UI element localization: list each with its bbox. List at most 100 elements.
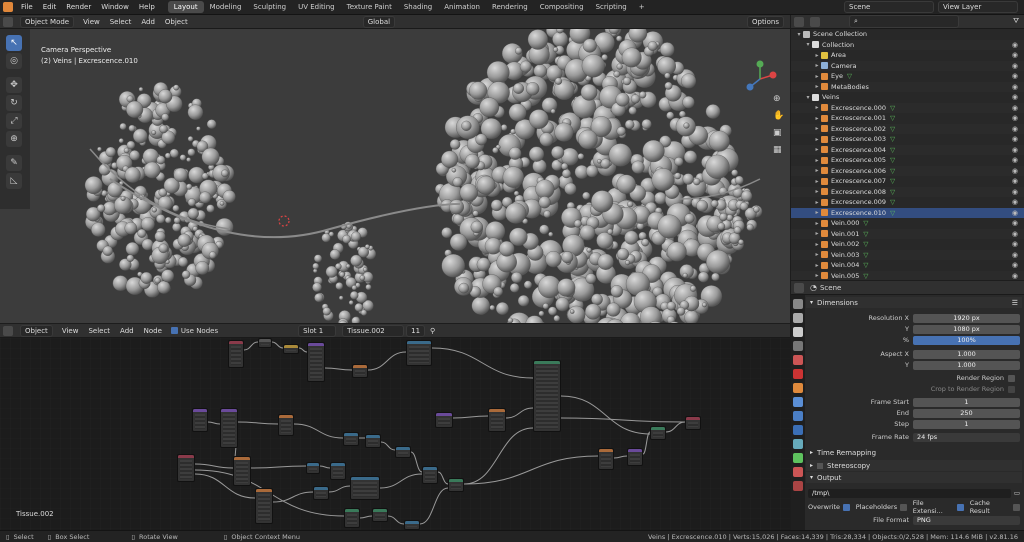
- use-nodes-checkbox[interactable]: [170, 327, 178, 334]
- visibility-eye-icon[interactable]: ◉: [1012, 219, 1018, 227]
- view-layer-tab-icon[interactable]: [793, 341, 803, 351]
- viewport-menu-view[interactable]: View: [78, 17, 105, 27]
- frame-start-field[interactable]: 1: [913, 397, 1020, 407]
- visibility-eye-icon[interactable]: ◉: [1012, 198, 1018, 206]
- expand-arrow-icon[interactable]: ▸: [813, 62, 821, 69]
- workspace-tab-shading[interactable]: Shading: [398, 1, 438, 13]
- file-ext-checkbox[interactable]: [956, 503, 964, 511]
- outliner-row[interactable]: ▸ Excrescence.004 ▽ ◉: [791, 144, 1024, 155]
- outliner-row[interactable]: ▸ Excrescence.009 ▽ ◉: [791, 197, 1024, 208]
- shader-node[interactable]: [255, 488, 273, 524]
- shader-node[interactable]: [533, 360, 561, 432]
- outliner-row[interactable]: ▸ Vein.004 ▽ ◉: [791, 260, 1024, 271]
- slot-selector[interactable]: Slot 1: [298, 324, 337, 337]
- overwrite-checkbox[interactable]: [843, 503, 850, 511]
- stereoscopy-header[interactable]: ▸ Stereoscopy: [806, 460, 1022, 471]
- material-users[interactable]: 11: [406, 324, 426, 337]
- shader-node[interactable]: [404, 520, 420, 530]
- filter-icon[interactable]: ⛛: [1008, 16, 1024, 27]
- shader-type-selector[interactable]: Object: [20, 324, 53, 337]
- outliner-row[interactable]: ▸ Excrescence.005 ▽ ◉: [791, 155, 1024, 166]
- texture-tab-icon[interactable]: [793, 481, 803, 491]
- shader-node[interactable]: [395, 446, 411, 458]
- camera-view-icon[interactable]: ▣: [773, 125, 784, 142]
- workspace-tab-modeling[interactable]: Modeling: [204, 1, 248, 13]
- folder-icon[interactable]: ▭: [1014, 489, 1020, 497]
- world-tab-icon[interactable]: [793, 369, 803, 379]
- pin-icon[interactable]: ⚲: [425, 326, 440, 336]
- scene-tab-icon[interactable]: [793, 355, 803, 365]
- workspace-tab-uv-editing[interactable]: UV Editing: [292, 1, 341, 13]
- expand-arrow-icon[interactable]: ▸: [813, 146, 821, 153]
- expand-arrow-icon[interactable]: ▸: [813, 157, 821, 164]
- material-selector[interactable]: Tissue.002: [342, 324, 405, 337]
- workspace-tab-scripting[interactable]: Scripting: [590, 1, 633, 13]
- menu-help[interactable]: Help: [134, 3, 160, 11]
- visibility-eye-icon[interactable]: ◉: [1012, 156, 1018, 164]
- shader-node[interactable]: [422, 466, 438, 484]
- placeholders-checkbox[interactable]: [900, 503, 907, 511]
- shader-node[interactable]: [650, 426, 666, 440]
- workspace-tab-texture-paint[interactable]: Texture Paint: [341, 1, 398, 13]
- aspect-x-field[interactable]: 1.000: [913, 349, 1020, 359]
- shader-node[interactable]: [344, 508, 360, 528]
- cache-result-checkbox[interactable]: [1013, 503, 1020, 511]
- node-menu-add[interactable]: Add: [115, 326, 139, 336]
- mode-selector[interactable]: Object Mode: [20, 15, 75, 28]
- visibility-eye-icon[interactable]: ◉: [1012, 251, 1018, 259]
- 3d-viewport[interactable]: ↖ ◎ ✥ ↻ ⤢ ⊕ ✎ ◺ Camera Perspective (2) V…: [0, 29, 790, 323]
- outliner-row[interactable]: ▸ Vein.003 ▽ ◉: [791, 249, 1024, 260]
- expand-arrow-icon[interactable]: ▸: [813, 251, 821, 258]
- shader-node[interactable]: [278, 414, 294, 436]
- file-format-select[interactable]: PNG: [913, 515, 1020, 525]
- render-tab-icon[interactable]: [793, 313, 803, 323]
- res-x-field[interactable]: 1920 px: [913, 313, 1020, 323]
- expand-arrow-icon[interactable]: ▸: [813, 115, 821, 122]
- visibility-eye-icon[interactable]: ◉: [1012, 261, 1018, 269]
- crop-region-checkbox[interactable]: [1008, 385, 1015, 393]
- shader-node[interactable]: [313, 486, 329, 500]
- data-tab-icon[interactable]: [793, 453, 803, 463]
- constraints-tab-icon[interactable]: [793, 439, 803, 449]
- visibility-eye-icon[interactable]: ◉: [1012, 188, 1018, 196]
- expand-arrow-icon[interactable]: ▸: [813, 199, 821, 206]
- res-y-field[interactable]: 1080 px: [913, 324, 1020, 334]
- modifier-tab-icon[interactable]: [793, 397, 803, 407]
- shader-node[interactable]: [306, 462, 320, 474]
- expand-arrow-icon[interactable]: ▸: [813, 167, 821, 174]
- menu-render[interactable]: Render: [61, 3, 96, 11]
- shader-node[interactable]: [192, 408, 208, 432]
- frame-step-field[interactable]: 1: [913, 419, 1020, 429]
- shader-node[interactable]: [627, 448, 643, 466]
- workspace-tab-rendering[interactable]: Rendering: [486, 1, 534, 13]
- particles-tab-icon[interactable]: [793, 411, 803, 421]
- material-tab-icon[interactable]: [793, 467, 803, 477]
- visibility-eye-icon[interactable]: ◉: [1012, 72, 1018, 80]
- visibility-eye-icon[interactable]: ◉: [1012, 114, 1018, 122]
- expand-arrow-icon[interactable]: ▾: [804, 94, 812, 101]
- outliner-row[interactable]: ▸ Excrescence.000 ▽ ◉: [791, 102, 1024, 113]
- zoom-icon[interactable]: ⊕: [773, 91, 784, 108]
- output-panel-header[interactable]: ▾ Output: [806, 472, 1022, 483]
- node-menu-select[interactable]: Select: [83, 326, 115, 336]
- shader-node[interactable]: [283, 344, 299, 354]
- perspective-icon[interactable]: ▦: [773, 142, 784, 159]
- node-menu-node[interactable]: Node: [139, 326, 167, 336]
- visibility-eye-icon[interactable]: ◉: [1012, 167, 1018, 175]
- shader-node[interactable]: [343, 432, 359, 446]
- time-remapping-header[interactable]: ▸ Time Remapping: [806, 447, 1022, 458]
- expand-arrow-icon[interactable]: ▸: [813, 272, 821, 279]
- filter-display-icon[interactable]: [810, 16, 820, 27]
- outliner-search[interactable]: ⌕: [849, 15, 959, 28]
- shader-node[interactable]: [350, 476, 380, 500]
- expand-arrow-icon[interactable]: ▸: [813, 178, 821, 185]
- outliner-row[interactable]: ▸ Vein.001 ▽ ◉: [791, 228, 1024, 239]
- editor-type-icon[interactable]: [3, 16, 13, 27]
- presets-icon[interactable]: ☰: [1012, 299, 1018, 307]
- expand-arrow-icon[interactable]: ▸: [813, 73, 821, 80]
- node-editor-type-icon[interactable]: [3, 325, 13, 336]
- outliner-row[interactable]: ▸ Area ◉: [791, 50, 1024, 61]
- outliner-row[interactable]: ▸ Excrescence.008 ▽ ◉: [791, 186, 1024, 197]
- visibility-eye-icon[interactable]: ◉: [1012, 272, 1018, 280]
- shader-node[interactable]: [406, 340, 432, 366]
